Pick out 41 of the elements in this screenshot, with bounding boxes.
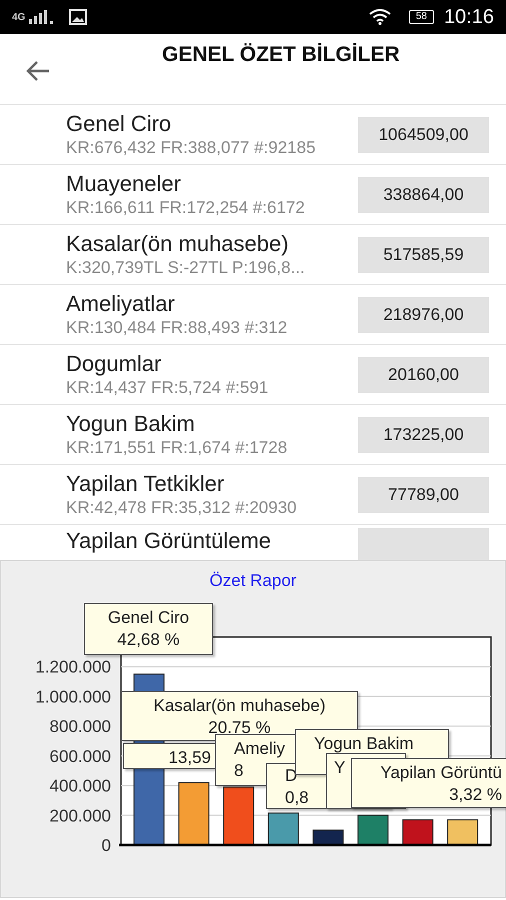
axis-label: 200.000 [50, 806, 111, 826]
item-detail: KR:130,484 FR:88,493 #:312 [66, 317, 288, 338]
item-name: Ameliyatlar [66, 291, 176, 317]
axis-label: 1.000.000 [35, 687, 111, 706]
data-tooltip: Genel Ciro 42,68 % [84, 603, 213, 655]
value-field: 20160,00 [358, 356, 489, 392]
value-field: 218976,00 [358, 296, 489, 332]
data-tooltip: Yapilan Görüntü 3,32 % [351, 758, 506, 808]
axis-label: 0 [102, 836, 111, 855]
value-field: 77789,00 [358, 476, 489, 512]
item-name: Dogumlar [66, 351, 162, 377]
axis-label: 1.200.000 [35, 658, 111, 677]
image-icon [69, 9, 88, 25]
value-field: 173225,00 [358, 416, 489, 452]
battery-level: 58 [408, 10, 434, 24]
report-title: Özet Rapor [208, 571, 298, 592]
value-field: 517585,59 [358, 236, 489, 272]
value-field: 1064509,00 [358, 116, 489, 152]
item-name: Kasalar(ön muhasebe) [66, 231, 290, 257]
item-detail: KR:14,437 FR:5,724 #:591 [66, 377, 270, 398]
axis-label: 800.000 [50, 717, 111, 736]
signal-icon [29, 10, 56, 24]
network-type: 4G [12, 12, 26, 22]
clock: 10:16 [444, 6, 494, 28]
data-tooltip: 13,59 [123, 743, 216, 769]
back-arrow-icon [26, 60, 50, 82]
axis-label: 600.000 [50, 746, 111, 766]
wifi-icon [368, 9, 391, 25]
item-detail: KR:676,432 FR:388,077 #:92185 [66, 137, 317, 158]
page-title: GENEL ÖZET BİLGİLER [162, 43, 400, 67]
item-name: Genel Ciro [66, 111, 172, 137]
item-name: Yapilan Görüntüleme [66, 528, 272, 554]
item-detail: K:320,739TL S:-27TL P:196,8... [66, 257, 306, 278]
value-field: 338864,00 [358, 176, 489, 212]
item-name: Yogun Bakim [66, 411, 196, 437]
item-detail: KR:166,611 FR:172,254 #:6172 [66, 197, 306, 218]
axis-label: 400.000 [50, 776, 111, 796]
item-name: Yapilan Tetkikler [66, 471, 226, 497]
item-name: Muayeneler [66, 171, 182, 197]
item-detail: KR:171,551 FR:1,674 #:1728 [66, 437, 288, 458]
item-detail: KR:42,478 FR:35,312 #:20930 [66, 497, 298, 518]
